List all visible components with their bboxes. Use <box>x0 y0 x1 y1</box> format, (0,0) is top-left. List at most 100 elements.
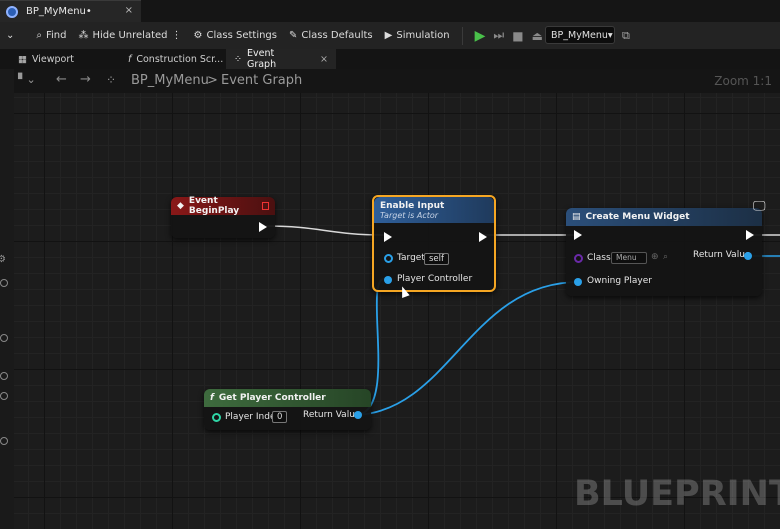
stop-icon: ■ <box>512 28 524 43</box>
search-icon[interactable]: ⌕ <box>663 252 668 262</box>
player-index-pin[interactable] <box>212 413 221 422</box>
nodes-icon: ⁂ <box>78 30 89 41</box>
pin-icon[interactable] <box>0 279 8 287</box>
toolbar-separator <box>461 26 463 45</box>
hide-unrelated-label: Hide Unrelated <box>92 30 168 41</box>
simulation-button[interactable]: ▶ Simulation <box>379 22 456 49</box>
play-button[interactable]: ▶ <box>465 22 490 49</box>
node-title: Event BeginPlay <box>188 196 240 216</box>
forward-arrow-icon[interactable]: → <box>80 72 91 87</box>
return-value-label: Return Value <box>303 410 361 420</box>
node-subtitle: Target is Actor <box>380 210 439 220</box>
stop-button[interactable]: ■ <box>508 22 527 49</box>
return-value-pin[interactable] <box>744 252 752 260</box>
document-tab[interactable]: BP_MyMenu• × <box>0 0 141 22</box>
breadcrumb: ▘⌄ ← → ⁘ BP_MyMenu > Event Graph Zoom 1:… <box>14 69 780 93</box>
class-defaults-button[interactable]: ✎ Class Defaults <box>283 22 379 49</box>
delegate-pin-icon[interactable] <box>262 202 269 210</box>
chevron-down-icon: ⌄ <box>6 30 15 41</box>
exec-out-pin[interactable] <box>259 222 267 232</box>
node-title: Get Player Controller <box>218 393 326 403</box>
viewport-icon: ▦ <box>18 53 27 65</box>
breadcrumb-graph[interactable]: Event Graph <box>221 73 302 88</box>
find-button[interactable]: ⌕ Find <box>30 22 72 49</box>
player-index-value[interactable]: 0 <box>272 411 288 423</box>
search-icon: ⌕ <box>36 30 42 41</box>
pin-icon[interactable] <box>0 437 8 445</box>
node-header: ▤ Create Menu Widget <box>566 208 762 226</box>
owning-player-pin[interactable] <box>574 278 582 286</box>
target-pin[interactable] <box>384 254 393 263</box>
return-value-pin[interactable] <box>354 411 362 419</box>
tab-viewport[interactable]: ▦ Viewport <box>10 49 82 69</box>
zoom-level: Zoom 1:1 <box>714 74 772 88</box>
browse-icon[interactable]: ⊕ <box>651 252 659 262</box>
graph-icon: ⁘ <box>106 73 117 87</box>
simulation-icon: ▶ <box>384 30 393 41</box>
pin-icon[interactable] <box>0 392 8 400</box>
pin-icon[interactable] <box>0 372 8 380</box>
hide-unrelated-button[interactable]: ⁂ Hide Unrelated ⋮ <box>73 22 188 49</box>
player-controller-pin[interactable] <box>384 276 392 284</box>
graph-canvas[interactable] <box>14 93 780 529</box>
exec-in-pin[interactable] <box>574 230 582 240</box>
event-icon: ◆ <box>177 201 184 211</box>
target-label: Target <box>397 253 425 263</box>
find-label: Find <box>46 30 67 41</box>
exec-out-pin[interactable] <box>479 232 487 242</box>
node-get-player-controller[interactable]: f Get Player Controller Player Index 0 R… <box>204 389 371 430</box>
player-controller-label: Player Controller <box>397 274 473 284</box>
owning-player-label: Owning Player <box>587 276 652 286</box>
tab-construction-script[interactable]: f Construction Scr... <box>120 49 231 69</box>
target-value[interactable]: self <box>424 253 450 265</box>
toolbar-menu-toggle[interactable]: ⌄ <box>0 22 20 49</box>
gear-icon: ⚙ <box>193 30 203 41</box>
function-icon: f <box>210 393 214 403</box>
eject-button[interactable]: ⏏ <box>528 22 547 49</box>
chevron-down-icon: ▾ <box>607 29 613 41</box>
close-icon[interactable]: × <box>125 5 133 16</box>
blueprint-editor: BP_MyMenu• × ⌄ ⌕ Find ⁂ Hide Unrelated ⋮… <box>0 0 780 529</box>
class-defaults-label: Class Defaults <box>301 30 373 41</box>
class-select[interactable]: Menu <box>611 252 647 264</box>
class-pin[interactable] <box>574 254 583 263</box>
more-options-icon[interactable]: ⋮ <box>172 30 182 41</box>
breadcrumb-separator: > <box>207 73 218 88</box>
function-icon: f <box>128 53 132 65</box>
node-header: Enable Input Target is Actor <box>374 197 494 223</box>
node-enable-input[interactable]: Enable Input Target is Actor Target self… <box>372 195 496 292</box>
back-arrow-icon[interactable]: ← <box>56 72 67 87</box>
exec-out-pin[interactable] <box>746 230 754 240</box>
exec-in-pin[interactable] <box>384 232 392 242</box>
eject-icon: ⏏ <box>531 28 543 43</box>
gear-icon[interactable]: ⚙ <box>0 254 6 265</box>
close-icon[interactable]: × <box>320 54 328 65</box>
bookmark-icon[interactable]: ▘⌄ <box>18 73 36 86</box>
breadcrumb-blueprint[interactable]: BP_MyMenu <box>131 73 209 88</box>
node-event-beginplay[interactable]: ◆ Event BeginPlay <box>171 196 275 238</box>
node-title: Enable Input <box>380 200 445 211</box>
tab-construction-label: Construction Scr... <box>136 53 224 65</box>
pencil-icon: ✎ <box>289 30 298 41</box>
debug-object-select[interactable]: BP_MyMenu ▾ <box>545 26 615 44</box>
widget-icon: ▤ <box>572 212 581 222</box>
left-edge-panel: ⚙ <box>0 69 14 529</box>
find-in-blueprint-icon[interactable]: ⧉ <box>622 29 630 43</box>
tab-event-graph[interactable]: ⁘ Event Graph × <box>226 48 336 70</box>
debug-object-value: BP_MyMenu <box>551 29 608 41</box>
panel-tabs: ▦ Viewport f Construction Scr... ⁘ Event… <box>0 48 780 70</box>
simulation-label: Simulation <box>396 30 450 41</box>
node-title: Create Menu Widget <box>585 212 690 222</box>
play-icon: ▶ <box>474 27 486 44</box>
tab-viewport-label: Viewport <box>31 53 75 65</box>
blueprint-watermark: BLUEPRINT <box>574 474 780 514</box>
step-icon: ⏭ <box>493 28 505 42</box>
pin-icon[interactable] <box>0 334 8 342</box>
blueprint-icon <box>6 5 18 18</box>
return-value-label: Return Value <box>693 250 751 260</box>
class-label: Class <box>587 253 611 263</box>
node-create-widget[interactable]: ▤ Create Menu Widget Class Menu ⊕ ⌕ Retu… <box>566 208 762 296</box>
node-header: f Get Player Controller <box>204 389 371 407</box>
step-button[interactable]: ⏭ <box>489 22 508 49</box>
class-settings-button[interactable]: ⚙ Class Settings <box>188 22 283 49</box>
